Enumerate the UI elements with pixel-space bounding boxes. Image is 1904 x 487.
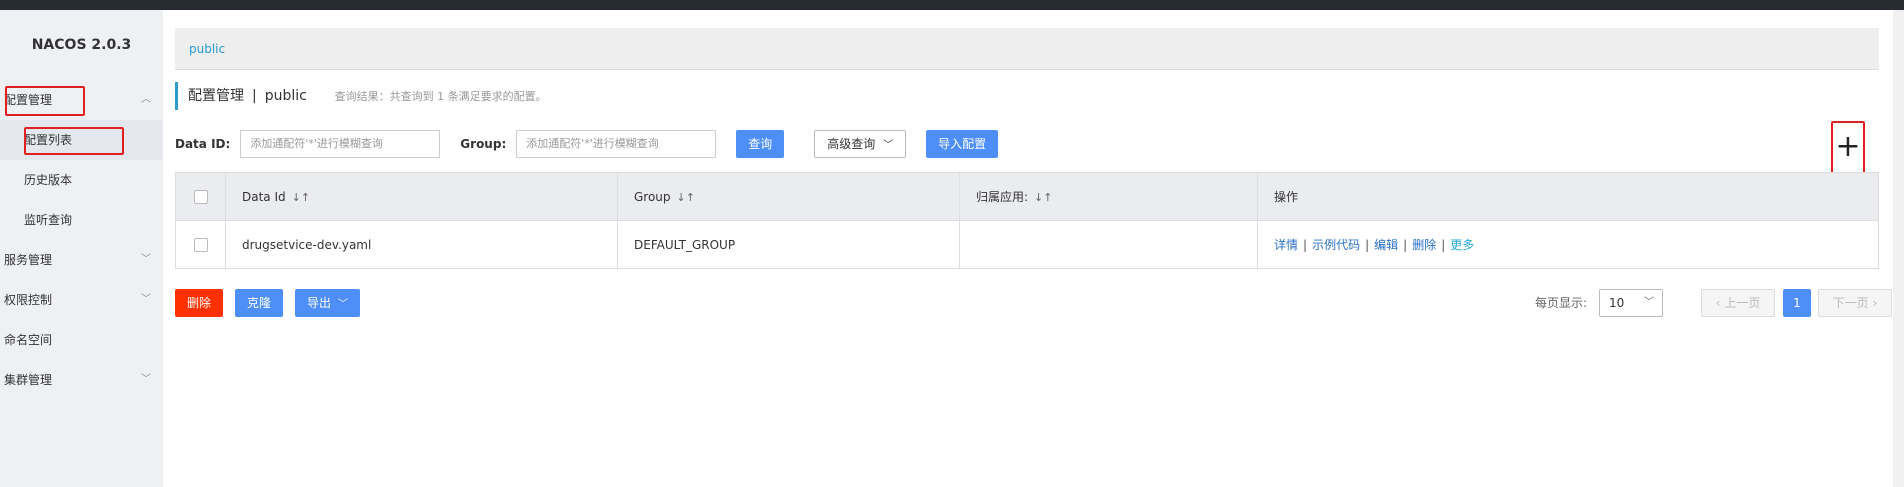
prev-page-button[interactable]: ‹ 上一页 [1701, 289, 1775, 317]
prev-page-label: 上一页 [1724, 296, 1761, 310]
cell-app [959, 220, 1258, 269]
sidebar-item-history[interactable]: 历史版本 [0, 160, 163, 200]
query-button[interactable]: 查询 [736, 130, 785, 158]
cell-operations: 详情 | 示例代码 | 编辑 | 删除 | 更多 [1257, 220, 1879, 269]
sidebar-item-label: 命名空间 [4, 333, 53, 347]
next-page-button[interactable]: 下一页 › [1818, 289, 1892, 317]
sample-code-link[interactable]: 示例代码 [1312, 238, 1360, 252]
edit-link[interactable]: 编辑 [1374, 238, 1398, 252]
more-link[interactable]: 更多 [1450, 238, 1474, 252]
sidebar-item-cluster-management[interactable]: 集群管理 ﹀ [0, 360, 163, 400]
group-label: Group: [460, 137, 507, 151]
page-title: 配置管理 [188, 88, 244, 104]
chevron-left-icon: ‹ [1715, 296, 1721, 310]
bulk-actions-and-pager: 删除 克隆 导出 ﹀ 每页显示: 10 ﹀ ‹ 上一页 1 下一页 › [175, 289, 1892, 317]
config-table: Data Id ↓↑ Group ↓↑ 归属应用: ↓↑ 操作 drugsetvice… [175, 172, 1879, 269]
chevron-up-icon: ︿ [141, 94, 151, 105]
column-header-app[interactable]: 归属应用: ↓↑ [959, 172, 1258, 221]
cell-group: DEFAULT_GROUP [617, 220, 960, 269]
bulk-delete-button[interactable]: 删除 [175, 289, 224, 317]
sidebar-item-namespace[interactable]: 命名空间 [0, 320, 163, 360]
main-content: public 配置管理 | public 查询结果：共查询到 1 条满足要求的配置。… [163, 10, 1904, 487]
sidebar-item-service-management[interactable]: 服务管理 ﹀ [0, 240, 163, 280]
select-all-checkbox[interactable] [194, 189, 208, 204]
highlight-box-config-list [24, 127, 124, 155]
breadcrumb: public [175, 28, 1879, 70]
sidebar-item-label: 历史版本 [24, 173, 73, 187]
sidebar-item-label: 权限控制 [4, 293, 53, 307]
title-separator: | [252, 88, 257, 104]
chevron-down-icon: ﹀ [141, 294, 151, 305]
column-header-operations: 操作 [1257, 172, 1879, 221]
detail-link[interactable]: 详情 [1274, 238, 1298, 252]
page-scrollbar[interactable] [1893, 10, 1904, 487]
advanced-query-button[interactable]: 高级查询 ﹀ [814, 130, 907, 158]
cell-data-id: drugsetvice-dev.yaml [225, 220, 618, 269]
breadcrumb-namespace-link[interactable]: public [189, 42, 225, 56]
sidebar-item-label: 服务管理 [4, 253, 53, 267]
chevron-right-icon: › [1872, 296, 1878, 310]
chevron-down-icon: ﹀ [883, 140, 894, 151]
row-select-cell [175, 220, 226, 269]
highlight-box-config-management [5, 86, 85, 116]
page-size-select[interactable]: 10 ﹀ [1599, 289, 1663, 317]
sort-icon[interactable]: ↓↑ [292, 191, 310, 204]
chevron-down-icon: ﹀ [141, 374, 151, 385]
column-header-group[interactable]: Group ↓↑ [617, 172, 960, 221]
data-id-label: Data ID: [175, 137, 231, 151]
table-row: drugsetvice-dev.yaml DEFAULT_GROUP 详情 | 示例… [175, 220, 1879, 269]
clone-button[interactable]: 克隆 [235, 289, 284, 317]
page-header: 配置管理 | public 查询结果：共查询到 1 条满足要求的配置。 [175, 82, 547, 110]
chevron-down-icon: ﹀ [337, 299, 348, 310]
delete-link[interactable]: 删除 [1412, 238, 1436, 252]
page-1-button[interactable]: 1 [1783, 289, 1811, 317]
page-size-value: 10 [1609, 296, 1625, 310]
import-config-button[interactable]: 导入配置 [926, 130, 999, 158]
row-checkbox[interactable] [194, 237, 208, 252]
advanced-query-label: 高级查询 [827, 137, 876, 151]
table-header-row: Data Id ↓↑ Group ↓↑ 归属应用: ↓↑ 操作 [175, 172, 1879, 221]
top-bar [0, 0, 1904, 10]
page-size-label: 每页显示: [1535, 296, 1588, 310]
column-header-data-id[interactable]: Data Id ↓↑ [225, 172, 618, 221]
sort-icon[interactable]: ↓↑ [1034, 191, 1052, 204]
data-id-input[interactable]: 添加通配符'*'进行模糊查询 [240, 130, 441, 158]
query-result-hint: 查询结果：共查询到 1 条满足要求的配置。 [334, 90, 547, 103]
next-page-label: 下一页 [1832, 296, 1869, 310]
select-all-cell [175, 172, 226, 221]
sidebar-item-listener-query[interactable]: 监听查询 [0, 200, 163, 240]
sidebar-item-access-control[interactable]: 权限控制 ﹀ [0, 280, 163, 320]
search-bar: Data ID: 添加通配符'*'进行模糊查询 Group: 添加通配符'*'进… [175, 130, 999, 158]
chevron-down-icon: ﹀ [1644, 297, 1654, 308]
sort-icon[interactable]: ↓↑ [677, 191, 695, 204]
export-label: 导出 [307, 296, 332, 310]
sidebar-item-label: 监听查询 [24, 213, 73, 227]
plus-icon: + [1835, 129, 1861, 164]
namespace-name: public [264, 88, 307, 104]
sidebar: NACOS 2.0.3 配置管理 ︿ 配置列表 历史版本 监听查询 服务管理 ﹀… [0, 10, 163, 487]
sidebar-item-label: 集群管理 [4, 373, 53, 387]
chevron-down-icon: ﹀ [141, 254, 151, 265]
export-button[interactable]: 导出 ﹀ [295, 289, 360, 317]
add-config-button[interactable]: + [1831, 121, 1865, 175]
app-logo: NACOS 2.0.3 [31, 37, 132, 53]
group-input[interactable]: 添加通配符'*'进行模糊查询 [516, 130, 717, 158]
